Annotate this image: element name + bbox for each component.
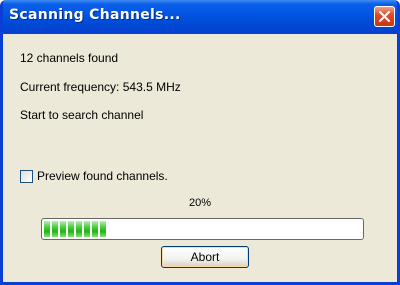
current-frequency-text: Current frequency: 543.5 MHz	[20, 80, 181, 94]
preview-checkbox[interactable]	[20, 169, 33, 183]
progress-segment	[100, 221, 106, 237]
window-title: Scanning Channels...	[9, 7, 181, 23]
progress-segment	[60, 221, 66, 237]
progress-fill	[44, 221, 107, 237]
progress-segment	[44, 221, 50, 237]
progress-percent: 20%	[188, 197, 212, 209]
scan-dialog: Scanning Channels... 12 channels found C…	[0, 0, 400, 285]
channels-found-text: 12 channels found	[20, 51, 119, 65]
close-button[interactable]	[374, 6, 395, 27]
preview-checkbox-label[interactable]: Preview found channels.	[37, 169, 168, 183]
preview-checkbox-row[interactable]: Preview found channels.	[20, 168, 168, 184]
progress-segment	[84, 221, 90, 237]
title-bar[interactable]: Scanning Channels...	[3, 0, 397, 34]
dialog-body: 12 channels found Current frequency: 543…	[3, 34, 397, 282]
progress-segment	[52, 221, 58, 237]
progress-segment	[68, 221, 74, 237]
progress-segment	[92, 221, 98, 237]
status-message: Start to search channel	[20, 108, 144, 122]
close-icon	[378, 10, 391, 23]
progress-segment	[76, 221, 82, 237]
progress-bar	[41, 218, 364, 240]
abort-button[interactable]: Abort	[161, 246, 249, 268]
